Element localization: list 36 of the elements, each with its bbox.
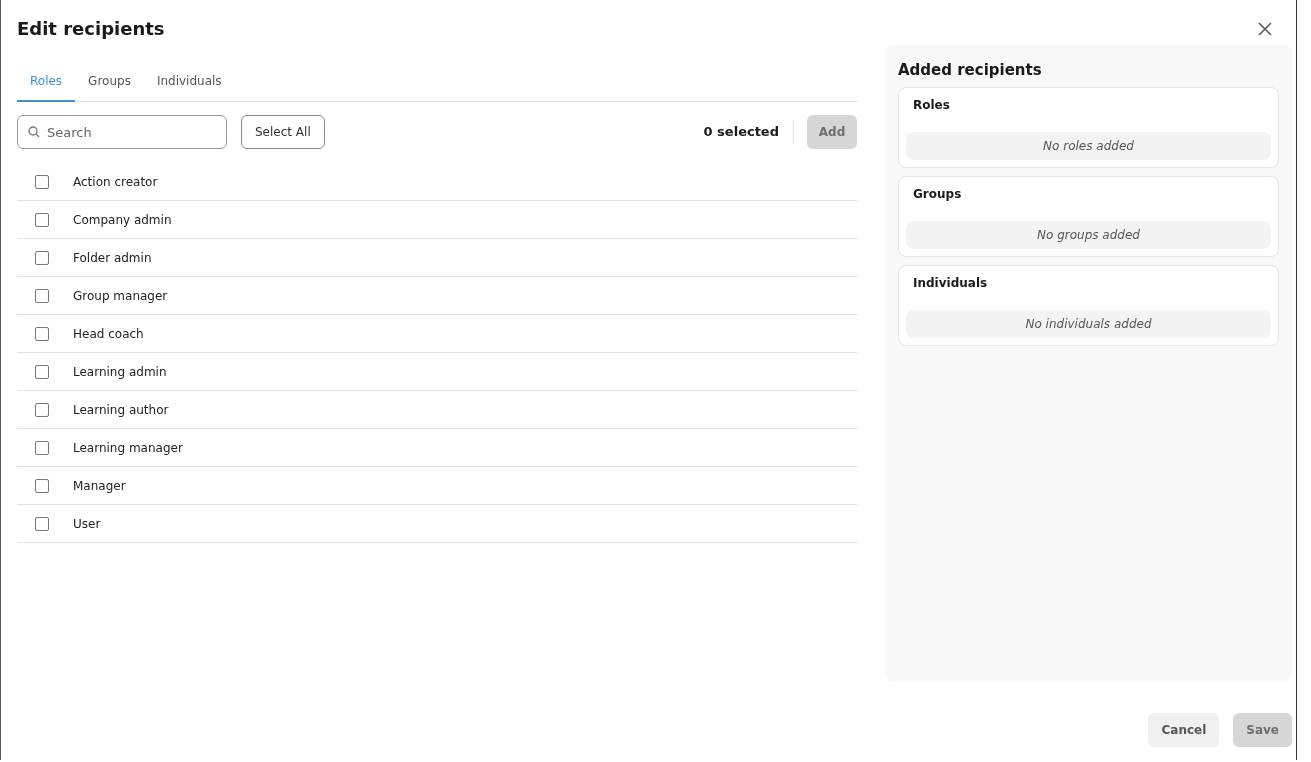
role-label: Group manager (73, 288, 168, 303)
close-icon[interactable] (1258, 22, 1272, 36)
tab[interactable]: Individuals (143, 61, 235, 102)
checkbox[interactable] (35, 440, 49, 455)
role-label: User (73, 516, 101, 531)
role-label: Learning author (73, 402, 169, 417)
section-title: Groups (913, 187, 963, 203)
checkbox[interactable] (35, 516, 49, 531)
tab[interactable]: Groups (75, 61, 144, 102)
role-label: Learning admin (73, 364, 167, 379)
role-label: Company admin (73, 212, 172, 227)
checkbox[interactable] (35, 250, 49, 265)
panel-title: Added recipients (898, 61, 1043, 79)
checkbox[interactable] (35, 478, 49, 493)
search-field[interactable]: Search (17, 115, 227, 149)
empty-message: No roles added (906, 132, 1271, 160)
empty-message: No groups added (906, 221, 1271, 249)
section-title: Individuals (913, 276, 989, 292)
role-label: Folder admin (73, 250, 152, 265)
checkbox[interactable] (35, 174, 49, 189)
empty-message: No individuals added (906, 310, 1271, 338)
checkbox[interactable] (35, 288, 49, 303)
checkbox[interactable] (35, 402, 49, 417)
checkbox[interactable] (35, 212, 49, 227)
checkbox[interactable] (35, 326, 49, 341)
section-title: Roles (913, 98, 951, 114)
role-label: Action creator (73, 174, 158, 189)
select-all-button[interactable]: Select All (241, 115, 325, 149)
role-label: Learning manager (73, 440, 183, 455)
role-label: Head coach (73, 326, 144, 341)
dialog-title: Edit recipients (17, 18, 165, 41)
cancel-button[interactable]: Cancel (1148, 713, 1220, 747)
checkbox[interactable] (35, 364, 49, 379)
tab[interactable]: Roles (17, 61, 76, 102)
role-label: Manager (73, 478, 126, 493)
selected-count: 0 selected (703, 121, 794, 143)
